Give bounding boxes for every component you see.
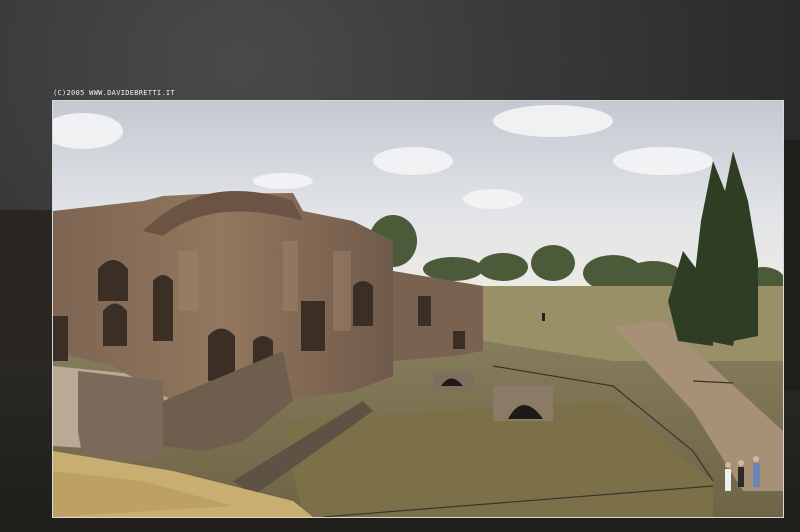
copyright-caption: (C)2005 WWW.DAVIDEBRETTI.IT — [53, 89, 175, 97]
dimmed-backdrop-tree — [784, 140, 800, 390]
dimmed-backdrop-ruin — [0, 210, 54, 360]
foreground-ruin-block — [78, 371, 165, 461]
ruins-photo — [53, 101, 783, 517]
photo-frame — [52, 100, 784, 518]
